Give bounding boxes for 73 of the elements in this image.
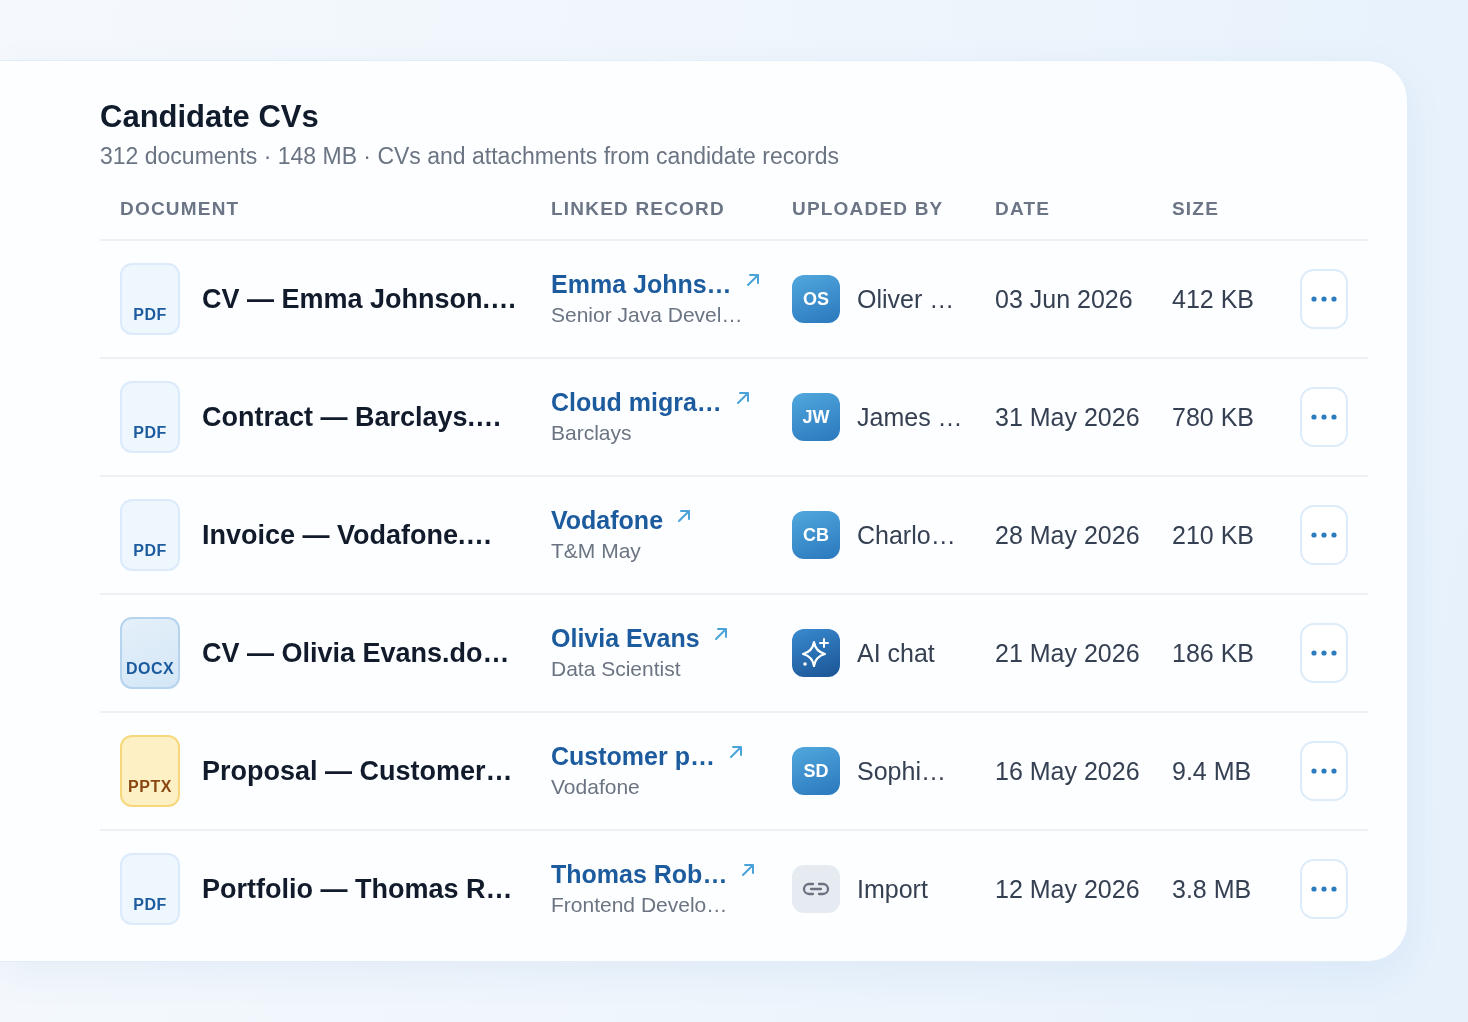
uploader-name: Oliver …: [857, 284, 955, 314]
avatar: OS: [792, 275, 840, 323]
column-header: DATE: [995, 198, 1052, 220]
column-header: LINKED RECORD: [551, 198, 726, 220]
link-icon: [792, 865, 840, 913]
file-type-tile: PDF: [120, 499, 180, 571]
record-link[interactable]: Customer p…: [551, 740, 743, 772]
more-button[interactable]: [1300, 269, 1348, 329]
arrow-up-right-icon: [713, 627, 728, 641]
column-header: UPLOADED BY: [792, 198, 945, 220]
panel-title: Candidate CVs: [100, 98, 320, 136]
record-detail: Senior Java Devel…: [551, 302, 743, 328]
document-name: Portfolio — Thomas R…: [202, 873, 513, 905]
more-button[interactable]: [1300, 623, 1348, 683]
upload-date: 28 May 2026: [995, 520, 1140, 550]
more-button[interactable]: [1300, 505, 1348, 565]
record-link[interactable]: Cloud migra…: [551, 386, 750, 418]
uploader-name: James …: [857, 402, 963, 432]
upload-date: 12 May 2026: [995, 874, 1140, 904]
file-type-tile: PPTX: [120, 735, 180, 807]
file-size: 210 KB: [1172, 520, 1254, 550]
file-size: 9.4 MB: [1172, 756, 1252, 786]
arrow-up-right-icon: [728, 745, 743, 759]
file-type-tile: PDF: [120, 853, 180, 925]
more-icon: [1311, 414, 1337, 420]
record-link[interactable]: Vodafone: [551, 504, 692, 536]
record-detail: T&M May: [551, 538, 641, 564]
more-icon: [1311, 886, 1337, 892]
more-button[interactable]: [1300, 859, 1348, 919]
more-icon: [1311, 768, 1337, 774]
file-size: 3.8 MB: [1172, 874, 1252, 904]
more-button[interactable]: [1300, 741, 1348, 801]
record-link[interactable]: Emma Johns…: [551, 268, 760, 300]
upload-date: 03 Jun 2026: [995, 284, 1133, 314]
document-name: Invoice — Vodafone.…: [202, 519, 493, 551]
record-detail: Data Scientist: [551, 656, 681, 682]
column-header: DOCUMENT: [119, 198, 241, 220]
more-icon: [1311, 296, 1337, 302]
uploader-name: Import: [857, 874, 928, 904]
uploader-name: Charlo…: [857, 520, 956, 550]
document-name: Contract — Barclays.…: [202, 401, 503, 433]
document-name: Proposal — Customer…: [202, 755, 513, 787]
file-size: 186 KB: [1172, 638, 1254, 668]
upload-date: 21 May 2026: [995, 638, 1140, 668]
file-size: 780 KB: [1172, 402, 1254, 432]
arrow-up-right-icon: [677, 509, 692, 523]
upload-date: 31 May 2026: [995, 402, 1140, 432]
record-detail: Frontend Develo…: [551, 892, 728, 918]
more-button[interactable]: [1300, 387, 1348, 447]
sparkle-icon: [792, 629, 840, 677]
panel-subtitle: 312 documents · 148 MB · CVs and attachments from candidate records: [100, 142, 840, 171]
record-link[interactable]: Thomas Rob…: [551, 858, 756, 890]
arrow-up-right-icon: [735, 391, 750, 405]
more-icon: [1311, 650, 1337, 656]
record-detail: Barclays: [551, 420, 632, 446]
upload-date: 16 May 2026: [995, 756, 1140, 786]
avatar: SD: [792, 747, 840, 795]
file-type-tile: PDF: [120, 263, 180, 335]
column-header: SIZE: [1172, 198, 1221, 220]
record-link[interactable]: Olivia Evans: [551, 622, 728, 654]
file-size: 412 KB: [1172, 284, 1254, 314]
file-type-tile: PDF: [120, 381, 180, 453]
uploader-name: Sophi…: [857, 756, 946, 786]
uploader-name: AI chat: [857, 638, 935, 668]
avatar: JW: [792, 393, 840, 441]
document-name: CV — Emma Johnson.…: [202, 283, 518, 315]
arrow-up-right-icon: [741, 863, 756, 877]
document-name: CV — Olivia Evans.do…: [202, 637, 510, 669]
avatar: CB: [792, 511, 840, 559]
file-type-tile: DOCX: [120, 617, 180, 689]
more-icon: [1311, 532, 1337, 538]
record-detail: Vodafone: [551, 774, 640, 800]
arrow-up-right-icon: [745, 273, 760, 287]
